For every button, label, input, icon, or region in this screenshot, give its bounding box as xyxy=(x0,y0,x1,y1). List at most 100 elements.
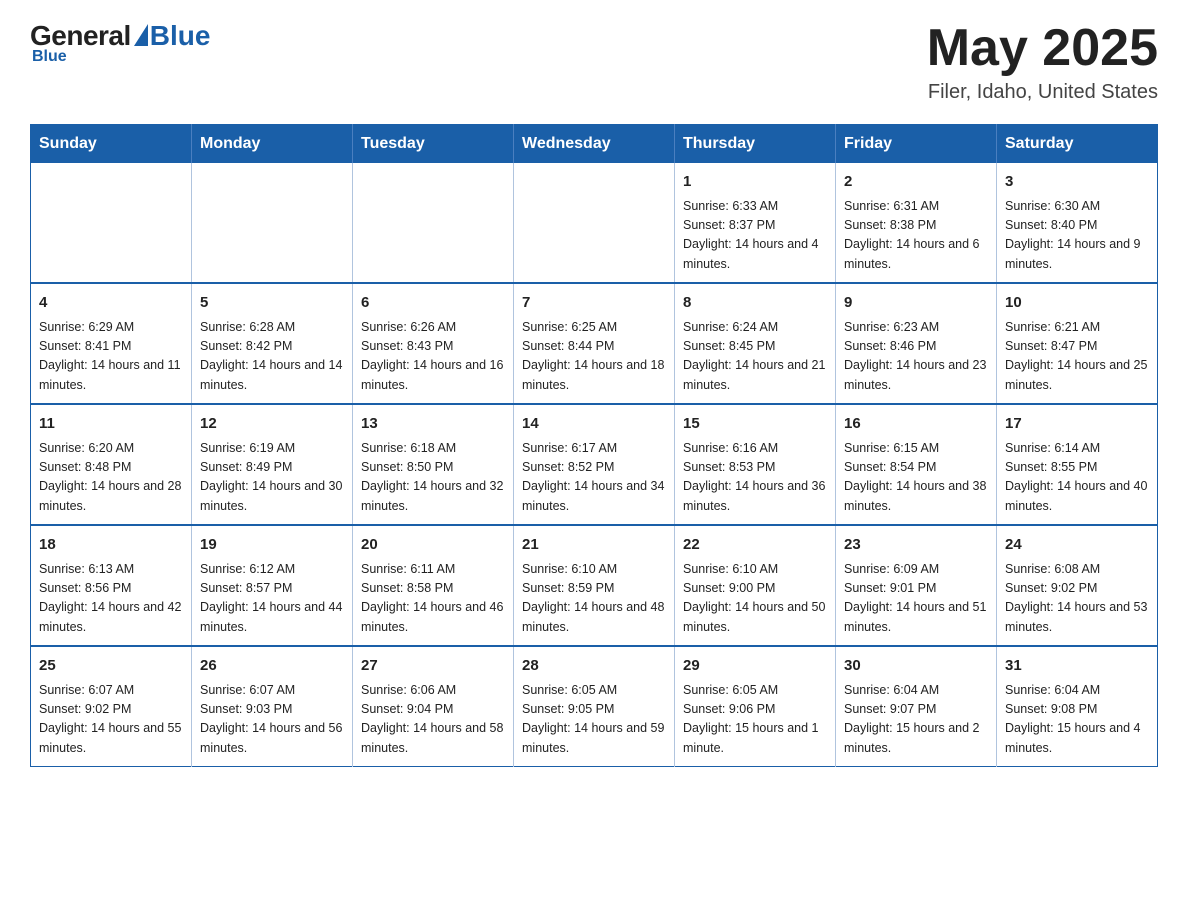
day-number: 5 xyxy=(200,292,344,315)
calendar-title: May 2025 xyxy=(927,20,1158,77)
day-info: Sunrise: 6:04 AM Sunset: 9:08 PM Dayligh… xyxy=(1005,681,1149,759)
day-number: 19 xyxy=(200,534,344,557)
calendar-header-cell: Monday xyxy=(192,125,353,164)
calendar-day-cell: 31Sunrise: 6:04 AM Sunset: 9:08 PM Dayli… xyxy=(997,646,1158,767)
day-info: Sunrise: 6:29 AM Sunset: 8:41 PM Dayligh… xyxy=(39,318,183,396)
calendar-day-cell xyxy=(353,163,514,283)
day-info: Sunrise: 6:28 AM Sunset: 8:42 PM Dayligh… xyxy=(200,318,344,396)
calendar-location: Filer, Idaho, United States xyxy=(927,81,1158,104)
calendar-day-cell: 4 Sunrise: 6:29 AM Sunset: 8:41 PM Daylig… xyxy=(31,283,192,404)
day-number: 9 xyxy=(844,292,988,315)
day-number: 14 xyxy=(522,413,666,436)
page-header: General Blue Blue May 2025 Filer, Idaho,… xyxy=(30,20,1158,104)
day-number: 22 xyxy=(683,534,827,557)
day-number: 29 xyxy=(683,655,827,678)
day-info: Sunrise: 6:15 AM Sunset: 8:54 PM Dayligh… xyxy=(844,439,988,517)
calendar-day-cell: 6 Sunrise: 6:26 AM Sunset: 8:43 PM Daylig… xyxy=(353,283,514,404)
day-info: Sunrise: 6:18 AM Sunset: 8:50 PM Dayligh… xyxy=(361,439,505,517)
calendar-header-cell: Friday xyxy=(836,125,997,164)
day-info: Sunrise: 6:30 AM Sunset: 8:40 PM Dayligh… xyxy=(1005,197,1149,275)
logo-blue-text: Blue xyxy=(150,20,211,52)
calendar-day-cell: 14 Sunrise: 6:17 AM Sunset: 8:52 PM Dayli… xyxy=(514,404,675,525)
day-number: 18 xyxy=(39,534,183,557)
day-number: 16 xyxy=(844,413,988,436)
calendar-day-cell xyxy=(31,163,192,283)
day-info: Sunrise: 6:33 AM Sunset: 8:37 PM Dayligh… xyxy=(683,197,827,275)
calendar-day-cell: 9Sunrise: 6:23 AM Sunset: 8:46 PM Daylig… xyxy=(836,283,997,404)
calendar-day-cell xyxy=(514,163,675,283)
logo-underline: Blue xyxy=(32,48,67,66)
day-number: 21 xyxy=(522,534,666,557)
calendar-day-cell: 25 Sunrise: 6:07 AM Sunset: 9:02 PM Dayli… xyxy=(31,646,192,767)
day-number: 1 xyxy=(683,171,827,194)
calendar-day-cell: 24 Sunrise: 6:08 AM Sunset: 9:02 PM Dayli… xyxy=(997,525,1158,646)
day-info: Sunrise: 6:05 AM Sunset: 9:05 PM Dayligh… xyxy=(522,681,666,759)
calendar-day-cell: 5 Sunrise: 6:28 AM Sunset: 8:42 PM Daylig… xyxy=(192,283,353,404)
calendar-day-cell: 17Sunrise: 6:14 AM Sunset: 8:55 PM Dayli… xyxy=(997,404,1158,525)
calendar-day-cell: 19 Sunrise: 6:12 AM Sunset: 8:57 PM Dayli… xyxy=(192,525,353,646)
calendar-header-cell: Wednesday xyxy=(514,125,675,164)
day-number: 17 xyxy=(1005,413,1149,436)
calendar-week-row: 25 Sunrise: 6:07 AM Sunset: 9:02 PM Dayli… xyxy=(31,646,1158,767)
day-number: 26 xyxy=(200,655,344,678)
calendar-day-cell: 27Sunrise: 6:06 AM Sunset: 9:04 PM Dayli… xyxy=(353,646,514,767)
calendar-day-cell: 2 Sunrise: 6:31 AM Sunset: 8:38 PM Daylig… xyxy=(836,163,997,283)
day-number: 25 xyxy=(39,655,183,678)
calendar-day-cell: 29 Sunrise: 6:05 AM Sunset: 9:06 PM Dayli… xyxy=(675,646,836,767)
calendar-header-row: SundayMondayTuesdayWednesdayThursdayFrid… xyxy=(31,125,1158,164)
day-info: Sunrise: 6:07 AM Sunset: 9:03 PM Dayligh… xyxy=(200,681,344,759)
day-info: Sunrise: 6:12 AM Sunset: 8:57 PM Dayligh… xyxy=(200,560,344,638)
day-number: 20 xyxy=(361,534,505,557)
day-info: Sunrise: 6:17 AM Sunset: 8:52 PM Dayligh… xyxy=(522,439,666,517)
day-info: Sunrise: 6:08 AM Sunset: 9:02 PM Dayligh… xyxy=(1005,560,1149,638)
calendar-week-row: 4 Sunrise: 6:29 AM Sunset: 8:41 PM Daylig… xyxy=(31,283,1158,404)
calendar-day-cell: 1 Sunrise: 6:33 AM Sunset: 8:37 PM Daylig… xyxy=(675,163,836,283)
calendar-day-cell: 12Sunrise: 6:19 AM Sunset: 8:49 PM Dayli… xyxy=(192,404,353,525)
day-info: Sunrise: 6:24 AM Sunset: 8:45 PM Dayligh… xyxy=(683,318,827,396)
title-block: May 2025 Filer, Idaho, United States xyxy=(927,20,1158,104)
day-info: Sunrise: 6:05 AM Sunset: 9:06 PM Dayligh… xyxy=(683,681,827,759)
day-info: Sunrise: 6:19 AM Sunset: 8:49 PM Dayligh… xyxy=(200,439,344,517)
calendar-day-cell: 10 Sunrise: 6:21 AM Sunset: 8:47 PM Dayli… xyxy=(997,283,1158,404)
calendar-day-cell: 20 Sunrise: 6:11 AM Sunset: 8:58 PM Dayli… xyxy=(353,525,514,646)
day-number: 2 xyxy=(844,171,988,194)
day-info: Sunrise: 6:26 AM Sunset: 8:43 PM Dayligh… xyxy=(361,318,505,396)
calendar-table: SundayMondayTuesdayWednesdayThursdayFrid… xyxy=(30,124,1158,767)
calendar-day-cell: 16 Sunrise: 6:15 AM Sunset: 8:54 PM Dayli… xyxy=(836,404,997,525)
day-number: 6 xyxy=(361,292,505,315)
day-number: 11 xyxy=(39,413,183,436)
day-number: 10 xyxy=(1005,292,1149,315)
day-info: Sunrise: 6:04 AM Sunset: 9:07 PM Dayligh… xyxy=(844,681,988,759)
calendar-header-cell: Thursday xyxy=(675,125,836,164)
day-number: 13 xyxy=(361,413,505,436)
calendar-day-cell: 21Sunrise: 6:10 AM Sunset: 8:59 PM Dayli… xyxy=(514,525,675,646)
day-number: 7 xyxy=(522,292,666,315)
day-info: Sunrise: 6:11 AM Sunset: 8:58 PM Dayligh… xyxy=(361,560,505,638)
calendar-header: SundayMondayTuesdayWednesdayThursdayFrid… xyxy=(31,125,1158,164)
day-info: Sunrise: 6:10 AM Sunset: 9:00 PM Dayligh… xyxy=(683,560,827,638)
calendar-week-row: 1 Sunrise: 6:33 AM Sunset: 8:37 PM Daylig… xyxy=(31,163,1158,283)
calendar-header-cell: Saturday xyxy=(997,125,1158,164)
calendar-week-row: 11 Sunrise: 6:20 AM Sunset: 8:48 PM Dayli… xyxy=(31,404,1158,525)
day-info: Sunrise: 6:07 AM Sunset: 9:02 PM Dayligh… xyxy=(39,681,183,759)
day-info: Sunrise: 6:20 AM Sunset: 8:48 PM Dayligh… xyxy=(39,439,183,517)
day-number: 15 xyxy=(683,413,827,436)
day-number: 4 xyxy=(39,292,183,315)
calendar-day-cell: 3 Sunrise: 6:30 AM Sunset: 8:40 PM Daylig… xyxy=(997,163,1158,283)
day-number: 8 xyxy=(683,292,827,315)
day-info: Sunrise: 6:06 AM Sunset: 9:04 PM Dayligh… xyxy=(361,681,505,759)
day-number: 24 xyxy=(1005,534,1149,557)
day-info: Sunrise: 6:16 AM Sunset: 8:53 PM Dayligh… xyxy=(683,439,827,517)
calendar-day-cell: 7 Sunrise: 6:25 AM Sunset: 8:44 PM Daylig… xyxy=(514,283,675,404)
calendar-day-cell: 28Sunrise: 6:05 AM Sunset: 9:05 PM Dayli… xyxy=(514,646,675,767)
day-info: Sunrise: 6:25 AM Sunset: 8:44 PM Dayligh… xyxy=(522,318,666,396)
day-number: 3 xyxy=(1005,171,1149,194)
calendar-day-cell: 8 Sunrise: 6:24 AM Sunset: 8:45 PM Daylig… xyxy=(675,283,836,404)
calendar-header-cell: Sunday xyxy=(31,125,192,164)
calendar-header-cell: Tuesday xyxy=(353,125,514,164)
calendar-week-row: 18Sunrise: 6:13 AM Sunset: 8:56 PM Dayli… xyxy=(31,525,1158,646)
logo: General Blue Blue xyxy=(30,20,210,66)
day-info: Sunrise: 6:21 AM Sunset: 8:47 PM Dayligh… xyxy=(1005,318,1149,396)
calendar-day-cell: 22 Sunrise: 6:10 AM Sunset: 9:00 PM Dayli… xyxy=(675,525,836,646)
day-info: Sunrise: 6:31 AM Sunset: 8:38 PM Dayligh… xyxy=(844,197,988,275)
